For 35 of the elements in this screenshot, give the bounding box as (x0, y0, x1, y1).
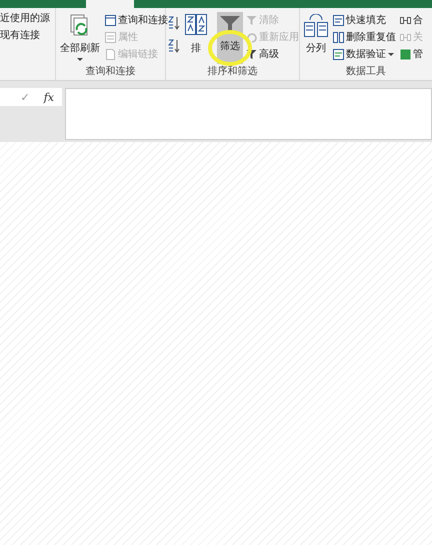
columns-icon (333, 32, 344, 42)
table-icon (333, 14, 344, 26)
sort-button[interactable]: 排 (183, 12, 209, 64)
sort-icon (185, 14, 207, 38)
link-icon (400, 14, 411, 26)
cube-icon (400, 48, 411, 60)
link-icon (400, 32, 411, 42)
group-label: 数据工具 (345, 66, 387, 79)
list-icon (105, 32, 116, 42)
refresh-all-button[interactable]: 全部刷新 (58, 12, 102, 64)
sort-ascending-icon[interactable] (168, 16, 181, 31)
reapply-icon (246, 32, 257, 42)
ribbon-command[interactable]: 现有连接 (0, 30, 55, 42)
caret-icon (77, 58, 83, 61)
document-icon (105, 48, 116, 60)
ribbon-command[interactable]: 高级 (245, 46, 300, 62)
ribbon-command[interactable]: 管 (399, 46, 424, 62)
group-label: 排序和筛选 (206, 66, 258, 79)
table-icon (333, 48, 344, 60)
table-icon (105, 14, 116, 26)
group-label: 查询和连接 (84, 66, 136, 79)
columns-icon (304, 14, 328, 38)
formula-input[interactable] (65, 88, 432, 140)
ribbon-command[interactable]: 删除重复值 (332, 29, 397, 45)
ribbon-command[interactable]: 近使用的源 (0, 13, 55, 25)
funnel-icon (246, 14, 257, 26)
ribbon-command[interactable]: 数据验证 (332, 46, 397, 62)
insert-function-button[interactable]: fx (44, 90, 54, 104)
text-to-columns-button[interactable]: 分列 (302, 12, 330, 64)
ribbon-command[interactable]: 查询和连接 (104, 12, 169, 28)
sort-descending-icon[interactable] (168, 39, 181, 54)
caret-icon (388, 52, 394, 56)
funnel-icon (246, 48, 257, 60)
ribbon-command[interactable]: 合 (399, 12, 424, 28)
ribbon-command[interactable]: 快速填充 (332, 12, 397, 28)
